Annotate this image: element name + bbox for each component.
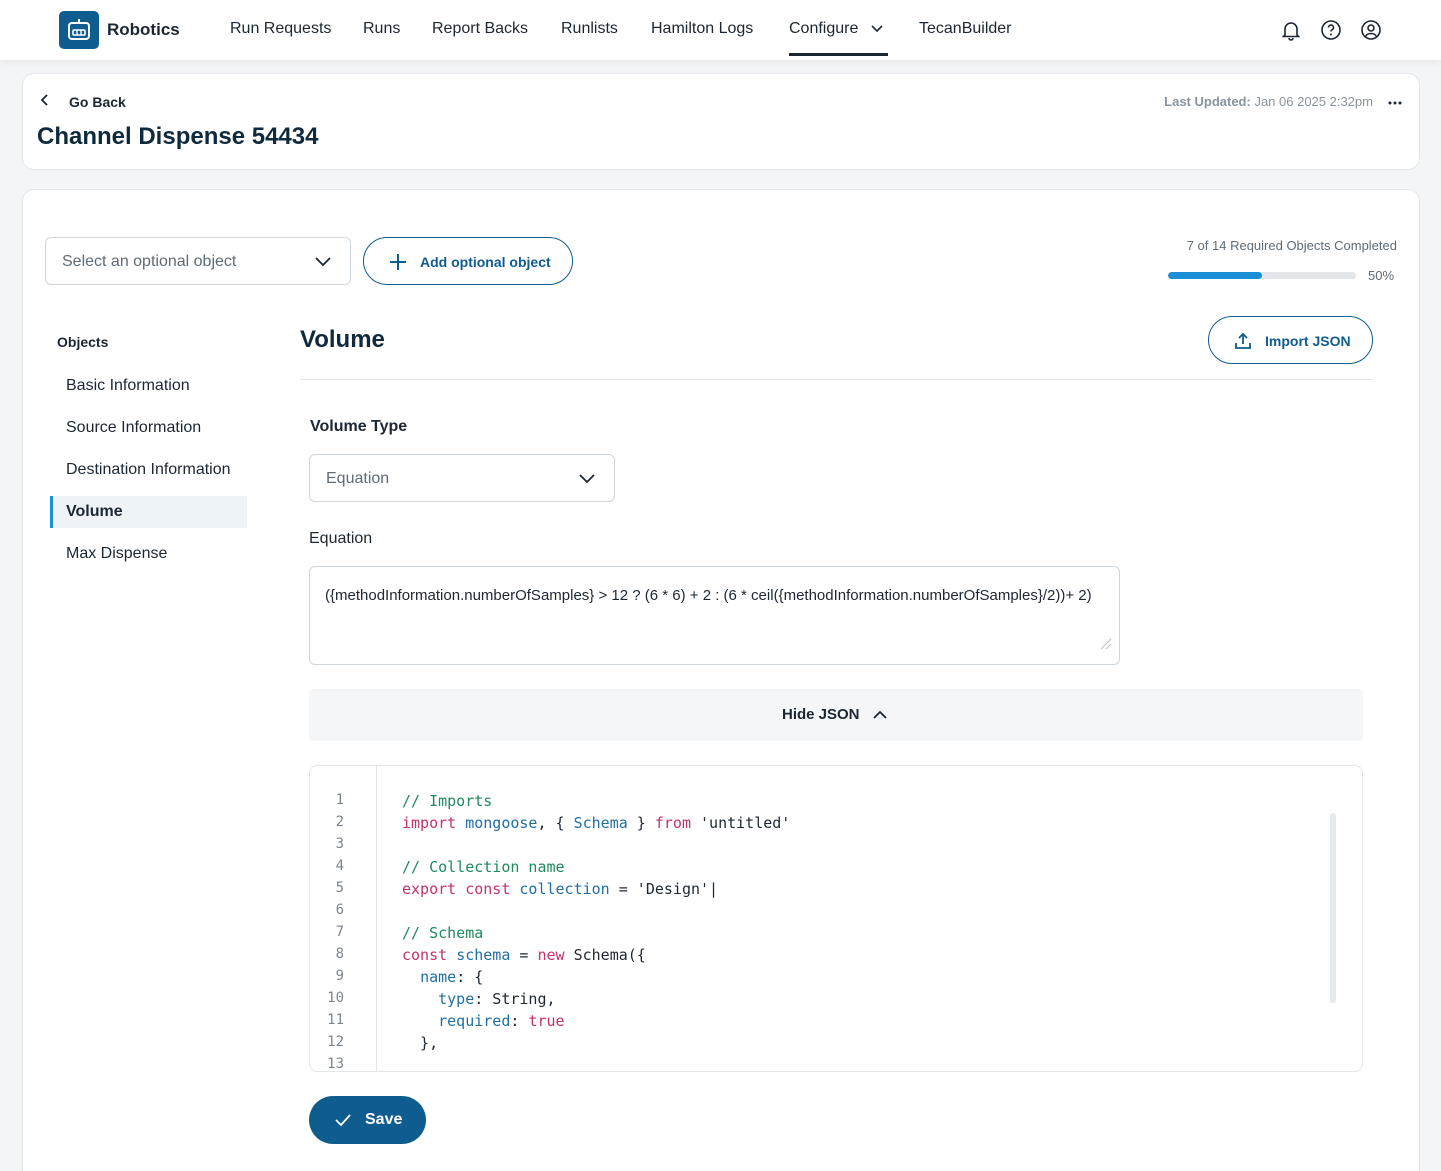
progress-text: 7 of 14 Required Objects Completed <box>1186 238 1397 253</box>
code-line: // Schema <box>402 924 484 942</box>
nav-active-indicator <box>789 53 888 56</box>
chevron-down-icon <box>578 472 596 491</box>
hide-json-label: Hide JSON <box>782 706 860 723</box>
brand-name[interactable]: Robotics <box>107 20 180 40</box>
page-header-card <box>22 73 1420 170</box>
progress-bar <box>1168 272 1356 279</box>
code-line: required: true <box>438 1012 565 1030</box>
line-number: 6 <box>335 902 344 918</box>
sidebar-item-basic-information[interactable]: Basic Information <box>50 370 247 402</box>
robot-logo-icon[interactable] <box>59 11 99 49</box>
resize-grip-icon[interactable] <box>1097 635 1113 659</box>
nav-tecanbuilder[interactable]: TecanBuilder <box>919 20 1012 38</box>
code-line: type: String, <box>438 990 556 1008</box>
line-number: 13 <box>327 1056 344 1072</box>
save-label: Save <box>365 1111 403 1128</box>
code-line: name: { <box>420 968 484 986</box>
code-line: }, <box>402 1034 439 1052</box>
volume-type-select[interactable]: Equation <box>309 454 615 502</box>
more-horizontal-icon[interactable] <box>1387 96 1403 108</box>
code-line: // Collection name <box>402 858 565 876</box>
code-line: import mongoose, { Schema } from 'untitl… <box>402 814 791 832</box>
last-updated-value: Jan 06 2025 2:32pm <box>1254 94 1373 109</box>
nav-runlists[interactable]: Runlists <box>561 20 618 38</box>
top-navigation: Robotics Run Requests Runs Report Backs … <box>0 0 1441 60</box>
plus-icon <box>388 252 408 277</box>
line-number: 1 <box>335 792 344 808</box>
sidebar-item-volume[interactable]: Volume <box>50 496 247 528</box>
code-line: export const collection = 'Design'| <box>402 880 719 898</box>
user-icon[interactable] <box>1360 19 1382 41</box>
equation-label: Equation <box>309 530 373 547</box>
go-back-link[interactable]: Go Back <box>37 92 126 111</box>
upload-icon <box>1233 331 1253 356</box>
optional-object-placeholder: Select an optional object <box>62 253 237 270</box>
nav-report-backs[interactable]: Report Backs <box>432 20 528 38</box>
help-icon[interactable] <box>1320 19 1342 41</box>
line-number: 8 <box>335 946 344 962</box>
import-json-label: Import JSON <box>1265 333 1351 349</box>
equation-textarea[interactable]: ({methodInformation.numberOfSamples} > 1… <box>309 566 1120 665</box>
line-number: 2 <box>335 814 344 830</box>
sidebar-item-destination-information[interactable]: Destination Information <box>50 454 247 486</box>
save-button[interactable]: Save <box>309 1096 426 1144</box>
line-number: 12 <box>327 1034 344 1050</box>
chevron-up-icon <box>872 708 888 727</box>
volume-type-value: Equation <box>326 470 390 487</box>
equation-value: ({methodInformation.numberOfSamples} > 1… <box>325 587 1092 604</box>
objects-heading: Objects <box>57 334 109 350</box>
check-icon <box>334 1112 352 1133</box>
last-updated: Last Updated: Jan 06 2025 2:32pm <box>1164 94 1373 109</box>
chevron-down-icon <box>314 255 332 274</box>
go-back-label: Go Back <box>69 93 126 110</box>
code-line: const schema = new Schema({ <box>402 946 646 964</box>
last-updated-label: Last Updated: <box>1164 94 1251 109</box>
chevron-left-icon <box>37 92 53 111</box>
optional-object-select[interactable]: Select an optional object <box>45 237 351 285</box>
sidebar-item-max-dispense[interactable]: Max Dispense <box>50 538 247 570</box>
nav-configure[interactable]: Configure <box>789 20 858 38</box>
line-number-gutter: 1 2 3 4 5 6 7 8 9 10 11 12 13 <box>310 766 377 1071</box>
line-number: 7 <box>335 924 344 940</box>
line-number: 10 <box>327 990 344 1006</box>
volume-type-label: Volume Type <box>310 418 408 435</box>
nav-hamilton-logs[interactable]: Hamilton Logs <box>651 20 753 38</box>
line-number: 3 <box>335 836 344 852</box>
chevron-down-icon[interactable] <box>869 21 885 37</box>
nav-run-requests[interactable]: Run Requests <box>230 20 331 38</box>
import-json-button[interactable]: Import JSON <box>1208 316 1373 364</box>
page-title: Channel Dispense 54434 <box>37 123 319 150</box>
add-optional-object-label: Add optional object <box>420 254 551 270</box>
sidebar-item-source-information[interactable]: Source Information <box>50 412 247 444</box>
add-optional-object-button[interactable]: Add optional object <box>363 237 573 285</box>
line-number: 4 <box>335 858 344 874</box>
line-number: 9 <box>335 968 344 984</box>
section-divider <box>300 379 1373 380</box>
line-number: 11 <box>327 1012 344 1028</box>
progress-bar-fill <box>1168 272 1262 279</box>
code-scrollbar[interactable] <box>1330 813 1336 1003</box>
json-code-editor[interactable]: 1 2 3 4 5 6 7 8 9 10 11 12 13 // Imports… <box>309 765 1363 1072</box>
hide-json-toggle[interactable]: Hide JSON <box>309 689 1363 741</box>
progress-percent: 50% <box>1368 268 1395 283</box>
line-number: 5 <box>335 880 344 896</box>
nav-runs[interactable]: Runs <box>363 20 400 38</box>
code-line: // Imports <box>402 792 493 810</box>
bell-icon[interactable] <box>1280 19 1302 41</box>
section-title: Volume <box>300 326 385 353</box>
